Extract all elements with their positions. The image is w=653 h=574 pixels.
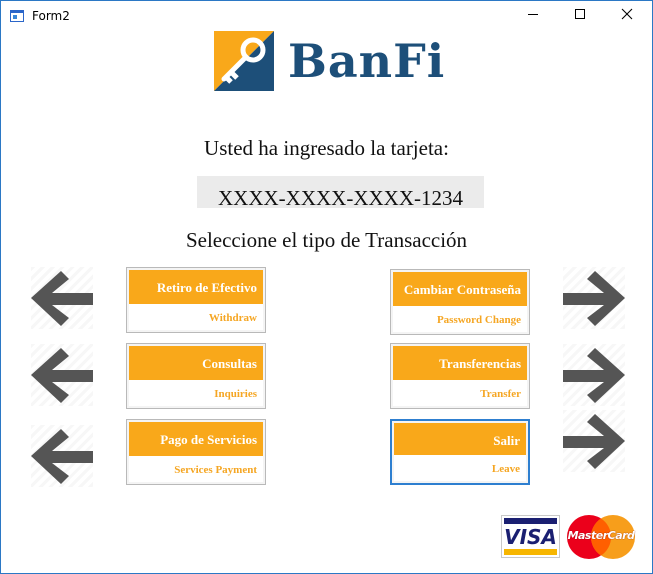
maximize-icon [574, 7, 586, 25]
inquiries-button[interactable]: Consultas Inquiries [126, 343, 266, 409]
maximize-button[interactable] [557, 1, 603, 31]
leave-button[interactable]: Salir Leave [390, 419, 530, 485]
app-window: Form2 BanFi Usted ha ingresado la tarjet… [0, 0, 653, 574]
services-payment-button[interactable]: Pago de Servicios Services Payment [126, 419, 266, 485]
minimize-icon [527, 7, 539, 25]
arrow-right-icon[interactable] [563, 267, 625, 329]
app-icon [10, 9, 24, 23]
button-label: Transferencias [393, 346, 527, 381]
button-sublabel: Withdraw [129, 304, 263, 330]
minimize-button[interactable] [510, 1, 556, 31]
arrow-right-icon[interactable] [563, 410, 625, 472]
password-change-button[interactable]: Cambiar Contraseña Password Change [390, 269, 530, 335]
visa-logo-text: VISA [504, 525, 557, 549]
visa-logo: VISA [501, 515, 560, 558]
arrow-left-icon[interactable] [31, 267, 93, 329]
button-label: Pago de Servicios [129, 422, 263, 457]
button-sublabel: Leave [394, 455, 526, 481]
window-title: Form2 [32, 9, 70, 23]
button-label: Retiro de Efectivo [129, 270, 263, 305]
button-sublabel: Password Change [393, 306, 527, 332]
button-sublabel: Services Payment [129, 456, 263, 482]
mastercard-logo-text: MasterCard [567, 529, 635, 542]
button-sublabel: Inquiries [129, 380, 263, 406]
button-label: Salir [394, 423, 526, 458]
button-label: Cambiar Contraseña [393, 272, 527, 307]
transfer-button[interactable]: Transferencias Transfer [390, 343, 530, 409]
withdraw-button[interactable]: Retiro de Efectivo Withdraw [126, 267, 266, 333]
arrow-left-icon[interactable] [31, 425, 93, 487]
card-number-field: XXXX-XXXX-XXXX-1234 [197, 176, 484, 208]
mastercard-logo: MasterCard [566, 514, 636, 560]
title-bar[interactable]: Form2 [1, 1, 652, 32]
key-logo-icon [214, 31, 274, 96]
arrow-left-icon[interactable] [31, 344, 93, 406]
brand-name: BanFi [288, 34, 446, 88]
transaction-prompt: Seleccione el tipo de Transacción [185, 228, 468, 252]
card-intro-label: Usted ha ingresado la tarjeta: [204, 136, 449, 160]
button-label: Consultas [129, 346, 263, 381]
button-sublabel: Transfer [393, 380, 527, 406]
close-icon [621, 7, 633, 25]
close-button[interactable] [604, 1, 650, 31]
arrow-right-icon[interactable] [563, 344, 625, 406]
